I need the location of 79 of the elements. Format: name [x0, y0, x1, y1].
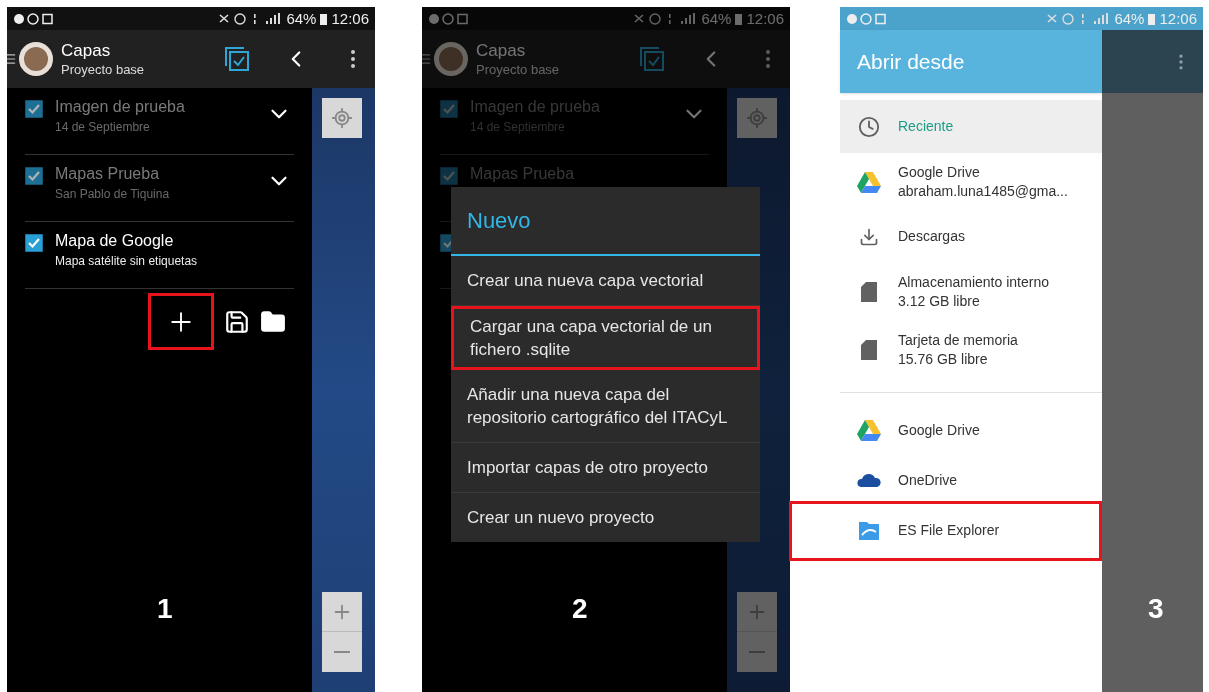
layers-check-icon[interactable]: [639, 46, 665, 72]
checkbox[interactable]: [25, 167, 43, 185]
location-label: Tarjeta de memoria: [898, 331, 1018, 349]
app-subtitle: Proyecto base: [476, 61, 560, 78]
dialog-option[interactable]: Crear una nueva capa vectorial: [451, 256, 760, 306]
location-item[interactable]: Google Drive abraham.luna1485@gma...: [840, 153, 1102, 211]
minus-icon: [334, 651, 350, 653]
dialog-title: Nuevo: [467, 207, 531, 235]
location-label: Descargas: [898, 228, 965, 246]
cloud-icon: [857, 473, 881, 487]
clock-icon: [858, 115, 880, 138]
dialog-option[interactable]: Cargar una capa vectorial de un fichero .sqlite: [451, 306, 760, 370]
clock-time: 12:06: [1159, 11, 1197, 26]
app-label: OneDrive: [898, 470, 958, 490]
layer-row[interactable]: Mapas Prueba San Pablo de Tiquina: [25, 155, 294, 222]
location-label: Almacenamiento interno: [898, 273, 1049, 291]
layer-title: Mapa de Google: [55, 231, 175, 251]
drive-icon: [857, 171, 881, 193]
layer-title: Imagen de prueba: [55, 97, 186, 117]
dialog-option[interactable]: Crear un nuevo proyecto: [451, 493, 760, 542]
folder-app-icon: [858, 519, 880, 541]
layer-subtitle: 14 de Septiembre: [55, 120, 151, 135]
locate-icon: [746, 107, 768, 129]
dialog-option[interactable]: Importar capas de otro proyecto: [451, 443, 760, 493]
drive-icon: [857, 419, 881, 441]
dialog-option[interactable]: Añadir una nueva capa del repositorio cartográfico del ITACyL: [451, 370, 760, 443]
app-item[interactable]: ES File Explorer: [840, 505, 1102, 555]
step-number: 1: [157, 592, 173, 626]
app-title: Capas: [61, 40, 112, 62]
battery-percent: 64%: [286, 11, 317, 26]
location-detail: abraham.luna1485@gma...: [898, 183, 1068, 201]
checkbox[interactable]: [25, 100, 43, 118]
locate-icon: [331, 107, 353, 129]
app-logo: [434, 42, 468, 76]
layer-subtitle: Mapa satélite sin etiquetas: [55, 254, 199, 269]
location-label: Google Drive: [898, 163, 981, 181]
app-subtitle: Proyecto base: [61, 61, 145, 78]
location-item[interactable]: Almacenamiento interno 3.12 GB libre: [840, 263, 1102, 321]
step-number: 2: [572, 592, 588, 626]
layer-subtitle: San Pablo de Tiquina: [55, 187, 171, 202]
step-number: 3: [1148, 592, 1164, 626]
checkbox[interactable]: [440, 100, 458, 118]
clock-time: 12:06: [331, 11, 369, 26]
app-label: Google Drive: [898, 420, 980, 440]
layer-title: Mapas Prueba: [55, 164, 161, 184]
checkbox[interactable]: [440, 167, 458, 185]
save-icon[interactable]: [224, 308, 250, 335]
folder-icon[interactable]: [260, 308, 286, 335]
drawer-title: Abrir desde: [857, 48, 965, 75]
app-title: Capas: [476, 40, 527, 62]
location-item[interactable]: Tarjeta de memoria 15.76 GB libre: [840, 321, 1102, 379]
sd-card-icon: [861, 340, 877, 360]
sd-card-icon: [861, 282, 877, 302]
app-item[interactable]: OneDrive: [840, 455, 1102, 505]
clock-time: 12:06: [746, 11, 784, 26]
location-detail: 15.76 GB libre: [898, 351, 989, 369]
battery-icon: [735, 12, 743, 25]
download-icon: [859, 227, 879, 247]
battery-icon: [1148, 12, 1156, 25]
battery-icon: [320, 12, 328, 25]
location-label: Reciente: [898, 117, 954, 136]
location-item[interactable]: Descargas: [840, 211, 1102, 263]
app-logo: [19, 42, 53, 76]
layers-check-icon[interactable]: [224, 46, 250, 72]
app-label: ES File Explorer: [898, 520, 1000, 540]
layer-row[interactable]: Imagen de prueba 14 de Septiembre: [25, 88, 294, 155]
checkbox[interactable]: [25, 234, 43, 252]
menu-icon[interactable]: [7, 52, 17, 66]
locate-button[interactable]: [322, 98, 362, 138]
app-item[interactable]: Google Drive: [840, 405, 1102, 455]
layer-row[interactable]: Mapa de Google Mapa satélite sin etiquetas: [25, 222, 294, 289]
minus-icon: [749, 651, 765, 653]
add-layer-button[interactable]: [148, 293, 214, 350]
signal-icons: [218, 12, 283, 25]
battery-percent: 64%: [1114, 11, 1145, 26]
signal-icons: [633, 12, 698, 25]
signal-icons: [1046, 12, 1111, 25]
battery-percent: 64%: [701, 11, 732, 26]
location-detail: 3.12 GB libre: [898, 293, 981, 311]
